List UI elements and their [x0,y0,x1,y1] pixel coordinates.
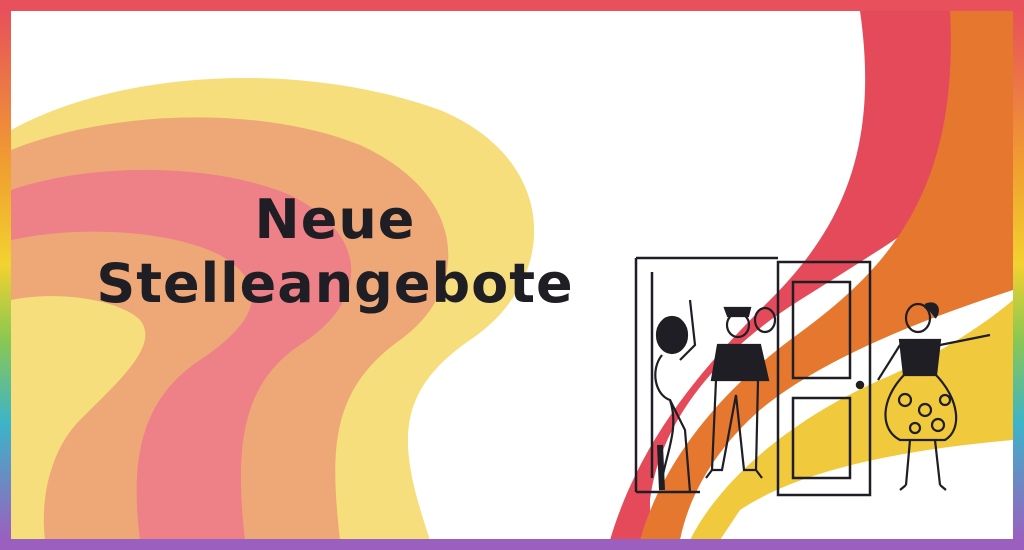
page-title: Neue Stelleangebote [30,188,640,316]
title-line-2: Stelleangebote [96,252,574,315]
banner: Neue Stelleangebote [0,0,1024,550]
title-line-1: Neue [254,188,416,251]
